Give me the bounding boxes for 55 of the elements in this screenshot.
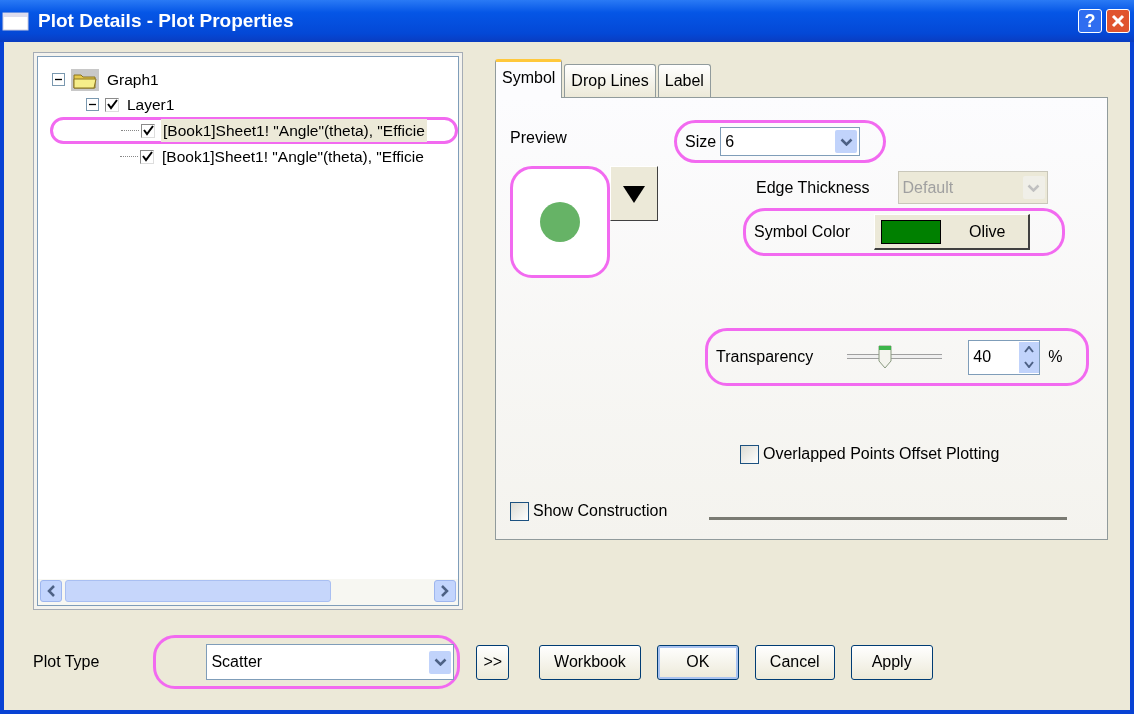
dialog-button[interactable]: >> bbox=[476, 644, 510, 680]
scrollbar-thumb[interactable] bbox=[65, 580, 331, 602]
chevron-down-icon bbox=[433, 658, 447, 666]
tree-item[interactable]: [Book1]Sheet1! "Angle"(theta), "Efficie bbox=[160, 144, 426, 169]
construction-checkbox-label: Show Construction bbox=[533, 501, 668, 521]
preview-label: Preview bbox=[510, 128, 568, 148]
transparency-spinner[interactable]: 40 bbox=[968, 339, 1041, 375]
edge-thickness-label: Edge Thickness bbox=[756, 177, 870, 198]
chevron-down-icon bbox=[839, 137, 853, 146]
plot-type-dropdown[interactable]: Scatter bbox=[206, 644, 455, 680]
dialog-button[interactable]: Cancel bbox=[754, 644, 835, 680]
overlapped-checkbox[interactable] bbox=[740, 444, 759, 464]
size-label: Size bbox=[685, 131, 717, 152]
checkbox[interactable] bbox=[141, 123, 155, 138]
symbol-preview-icon bbox=[539, 201, 581, 243]
checkbox[interactable] bbox=[140, 149, 154, 164]
close-icon bbox=[1111, 14, 1125, 28]
symbol-shape-button[interactable] bbox=[610, 166, 658, 221]
tree-item[interactable]: Layer1 bbox=[125, 92, 177, 117]
chevron-down-icon bbox=[1027, 183, 1041, 192]
plot-type-label: Plot Type bbox=[33, 652, 100, 672]
collapse-toggle[interactable] bbox=[52, 73, 65, 86]
size-value: 6 bbox=[725, 131, 735, 152]
symbol-color-button[interactable]: Olive bbox=[874, 214, 1031, 250]
check-icon bbox=[106, 99, 118, 110]
plot-type-value: Scatter bbox=[211, 652, 263, 672]
size-dropdown[interactable]: 6 bbox=[720, 127, 861, 156]
tree-item[interactable]: [Book1]Sheet1! "Angle"(theta), "Efficie bbox=[161, 118, 427, 143]
tab[interactable]: Label bbox=[657, 64, 711, 97]
dialog-button[interactable]: Apply bbox=[850, 644, 933, 680]
slider-thumb[interactable] bbox=[878, 345, 893, 369]
window-title: Plot Details - Plot Properties bbox=[38, 8, 294, 33]
transparency-label: Transparency bbox=[716, 347, 814, 367]
edge-thickness-value: Default bbox=[902, 177, 954, 198]
tree-item[interactable]: Graph1 bbox=[105, 67, 161, 92]
help-button[interactable]: ? bbox=[1078, 9, 1102, 33]
percent-label: % bbox=[1048, 347, 1063, 367]
checkbox[interactable] bbox=[105, 97, 119, 112]
symbol-color-label: Symbol Color bbox=[754, 222, 851, 242]
check-icon bbox=[142, 125, 154, 136]
window-icon bbox=[0, 10, 30, 32]
check-icon bbox=[141, 151, 153, 162]
overlapped-checkbox-label: Overlapped Points Offset Plotting bbox=[763, 444, 1000, 464]
construction-checkbox[interactable] bbox=[510, 501, 529, 521]
collapse-toggle[interactable] bbox=[86, 98, 99, 111]
dialog-button[interactable]: Workbook bbox=[539, 644, 641, 680]
tab[interactable]: Symbol bbox=[495, 59, 563, 98]
folder-icon bbox=[71, 68, 99, 91]
scroll-left-button[interactable] bbox=[40, 580, 62, 602]
close-button[interactable] bbox=[1106, 9, 1130, 33]
triangle-down-icon bbox=[622, 183, 646, 204]
tab[interactable]: Drop Lines bbox=[564, 64, 656, 97]
dialog-button[interactable]: OK bbox=[656, 644, 739, 680]
scroll-right-button[interactable] bbox=[434, 580, 456, 602]
transparency-value: 40 bbox=[973, 347, 992, 367]
